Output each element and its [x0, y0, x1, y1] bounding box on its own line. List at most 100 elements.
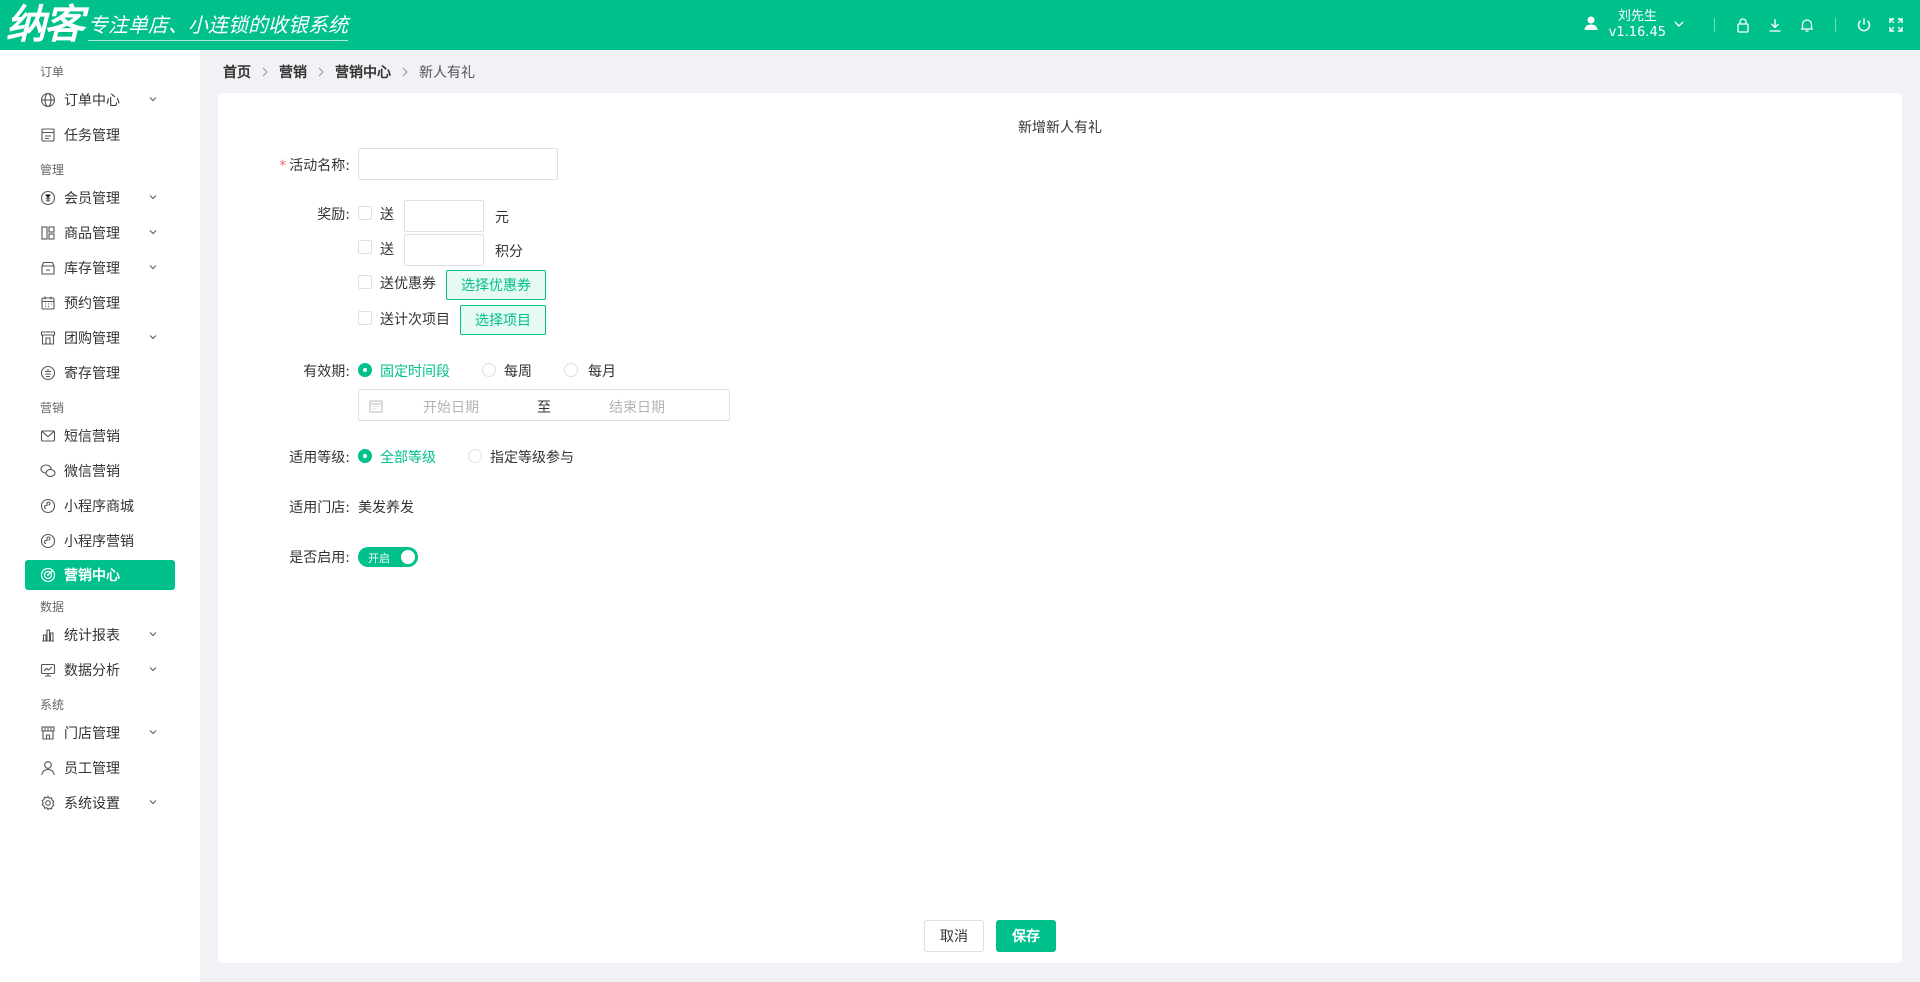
- activity-name-input[interactable]: [358, 148, 558, 180]
- sidebar-item-label: 统计报表: [64, 627, 120, 644]
- reward-points-input[interactable]: [404, 234, 484, 266]
- grid-icon: [40, 225, 56, 241]
- reward-money-checkbox[interactable]: [358, 206, 372, 220]
- chevron-down-icon: [1674, 17, 1684, 33]
- sidebar-item-miniapp-mall[interactable]: 小程序商城: [0, 488, 200, 523]
- sidebar-item-staff[interactable]: 员工管理: [0, 750, 200, 785]
- reward-points-checkbox[interactable]: [358, 240, 372, 254]
- sidebar-item-member[interactable]: 会员管理: [0, 180, 200, 215]
- user-name: 刘先生: [1617, 9, 1657, 24]
- sidebar: 订单 订单中心 任务管理 管理 会员管理 商品管理 库存管理 预约管理 团购管理…: [0, 50, 200, 982]
- globe-icon: [40, 92, 56, 108]
- cancel-button[interactable]: 取消: [924, 920, 984, 952]
- reward-coupon-checkbox[interactable]: [358, 275, 372, 289]
- enable-switch[interactable]: 开启: [358, 547, 418, 567]
- sidebar-item-label: 商品管理: [64, 225, 120, 242]
- level-label: 适用等级:: [289, 450, 350, 466]
- sidebar-item-task[interactable]: 任务管理: [0, 117, 200, 152]
- chevron-down-icon: [149, 195, 157, 200]
- reward-count-label: 送计次项目: [380, 312, 450, 328]
- download-icon[interactable]: [1765, 15, 1785, 35]
- sidebar-item-sms[interactable]: 短信营销: [0, 418, 200, 453]
- sidebar-item-analysis[interactable]: 数据分析: [0, 652, 200, 687]
- validity-weekly-label: 每周: [504, 364, 532, 380]
- sidebar-item-label: 任务管理: [64, 127, 120, 144]
- task-icon: [40, 127, 56, 143]
- power-icon[interactable]: [1854, 15, 1874, 35]
- sidebar-item-settings[interactable]: 系统设置: [0, 785, 200, 820]
- sidebar-item-groupbuy[interactable]: 团购管理: [0, 320, 200, 355]
- divider: [1835, 18, 1836, 32]
- sidebar-group-title: 营销: [40, 401, 65, 415]
- sidebar-item-label: 营销中心: [64, 568, 120, 584]
- sidebar-item-deposit[interactable]: 寄存管理: [0, 355, 200, 390]
- chevron-right-icon: [317, 67, 325, 77]
- end-date-input[interactable]: 结束日期: [609, 397, 665, 417]
- sidebar-item-reports[interactable]: 统计报表: [0, 617, 200, 652]
- topbar-actions: 刘先生 v1.16.45: [1583, 0, 1920, 50]
- chevron-down-icon: [149, 632, 157, 637]
- chevron-right-icon: [401, 67, 409, 77]
- logo-slogan: 专注单店、小连锁的收银系统: [88, 9, 348, 41]
- bar-chart-icon: [40, 627, 56, 643]
- chevron-down-icon: [149, 730, 157, 735]
- chevron-down-icon: [149, 800, 157, 805]
- lock-icon[interactable]: [1733, 15, 1753, 35]
- save-button[interactable]: 保存: [996, 920, 1056, 952]
- validity-weekly-radio[interactable]: [482, 363, 496, 377]
- activity-name-label-text: 活动名称:: [289, 158, 350, 174]
- sidebar-item-order-center[interactable]: 订单中心: [0, 82, 200, 117]
- sidebar-item-product[interactable]: 商品管理: [0, 215, 200, 250]
- level-all-radio[interactable]: [358, 449, 372, 463]
- deposit-icon: [40, 365, 56, 381]
- enable-label: 是否启用:: [289, 550, 350, 566]
- sidebar-item-stores[interactable]: 门店管理: [0, 715, 200, 750]
- sidebar-item-wechat[interactable]: 微信营销: [0, 453, 200, 488]
- sidebar-item-label: 寄存管理: [64, 365, 120, 382]
- person-icon: [40, 760, 56, 776]
- sidebar-item-marketing-center[interactable]: 营销中心: [25, 560, 175, 590]
- sidebar-group-title: 系统: [40, 698, 65, 712]
- breadcrumb-home[interactable]: 首页: [223, 62, 251, 82]
- reward-count-checkbox[interactable]: [358, 311, 372, 325]
- breadcrumb-marketing-center[interactable]: 营销中心: [335, 62, 391, 82]
- validity-fixed-radio[interactable]: [358, 363, 372, 377]
- breadcrumb-marketing[interactable]: 营销: [279, 62, 307, 82]
- sidebar-item-label: 预约管理: [64, 295, 120, 312]
- sidebar-item-label: 数据分析: [64, 662, 120, 679]
- sidebar-item-label: 短信营销: [64, 428, 120, 445]
- validity-label: 有效期:: [303, 364, 350, 380]
- calendar-icon: [40, 295, 56, 311]
- app-version: v1.16.45: [1608, 25, 1666, 40]
- target-icon: [40, 567, 56, 583]
- switch-text: 开启: [368, 552, 390, 565]
- validity-monthly-radio[interactable]: [564, 363, 578, 377]
- reward-money-unit: 元: [495, 210, 509, 226]
- start-date-input[interactable]: 开始日期: [423, 397, 479, 417]
- sidebar-item-label: 会员管理: [64, 190, 120, 207]
- sidebar-item-booking[interactable]: 预约管理: [0, 285, 200, 320]
- sidebar-item-label: 库存管理: [64, 260, 120, 277]
- store-front-icon: [40, 725, 56, 741]
- reward-money-input[interactable]: [404, 200, 484, 232]
- reward-label: 奖励:: [317, 207, 350, 223]
- level-specific-label: 指定等级参与: [490, 450, 574, 466]
- sidebar-item-label: 微信营销: [64, 463, 120, 480]
- top-bar: 纳客 专注单店、小连锁的收银系统 刘先生 v1.16.45: [0, 0, 1920, 50]
- fullscreen-icon[interactable]: [1886, 15, 1906, 35]
- user-menu[interactable]: 刘先生 v1.16.45: [1583, 9, 1684, 41]
- select-project-button[interactable]: 选择项目: [460, 305, 546, 335]
- sidebar-item-label: 门店管理: [64, 725, 120, 742]
- required-mark: *: [279, 158, 287, 174]
- sidebar-item-inventory[interactable]: 库存管理: [0, 250, 200, 285]
- miniapp-icon: [40, 498, 56, 514]
- sidebar-item-miniapp-marketing[interactable]: 小程序营销: [0, 523, 200, 558]
- date-range-picker[interactable]: 开始日期 至 结束日期: [358, 389, 730, 421]
- chevron-down-icon: [149, 265, 157, 270]
- sidebar-item-label: 小程序营销: [64, 533, 134, 550]
- level-specific-radio[interactable]: [468, 449, 482, 463]
- select-coupon-button[interactable]: 选择优惠券: [446, 270, 546, 300]
- breadcrumb-current: 新人有礼: [419, 65, 475, 81]
- gear-icon: [40, 795, 56, 811]
- bell-icon[interactable]: [1797, 15, 1817, 35]
